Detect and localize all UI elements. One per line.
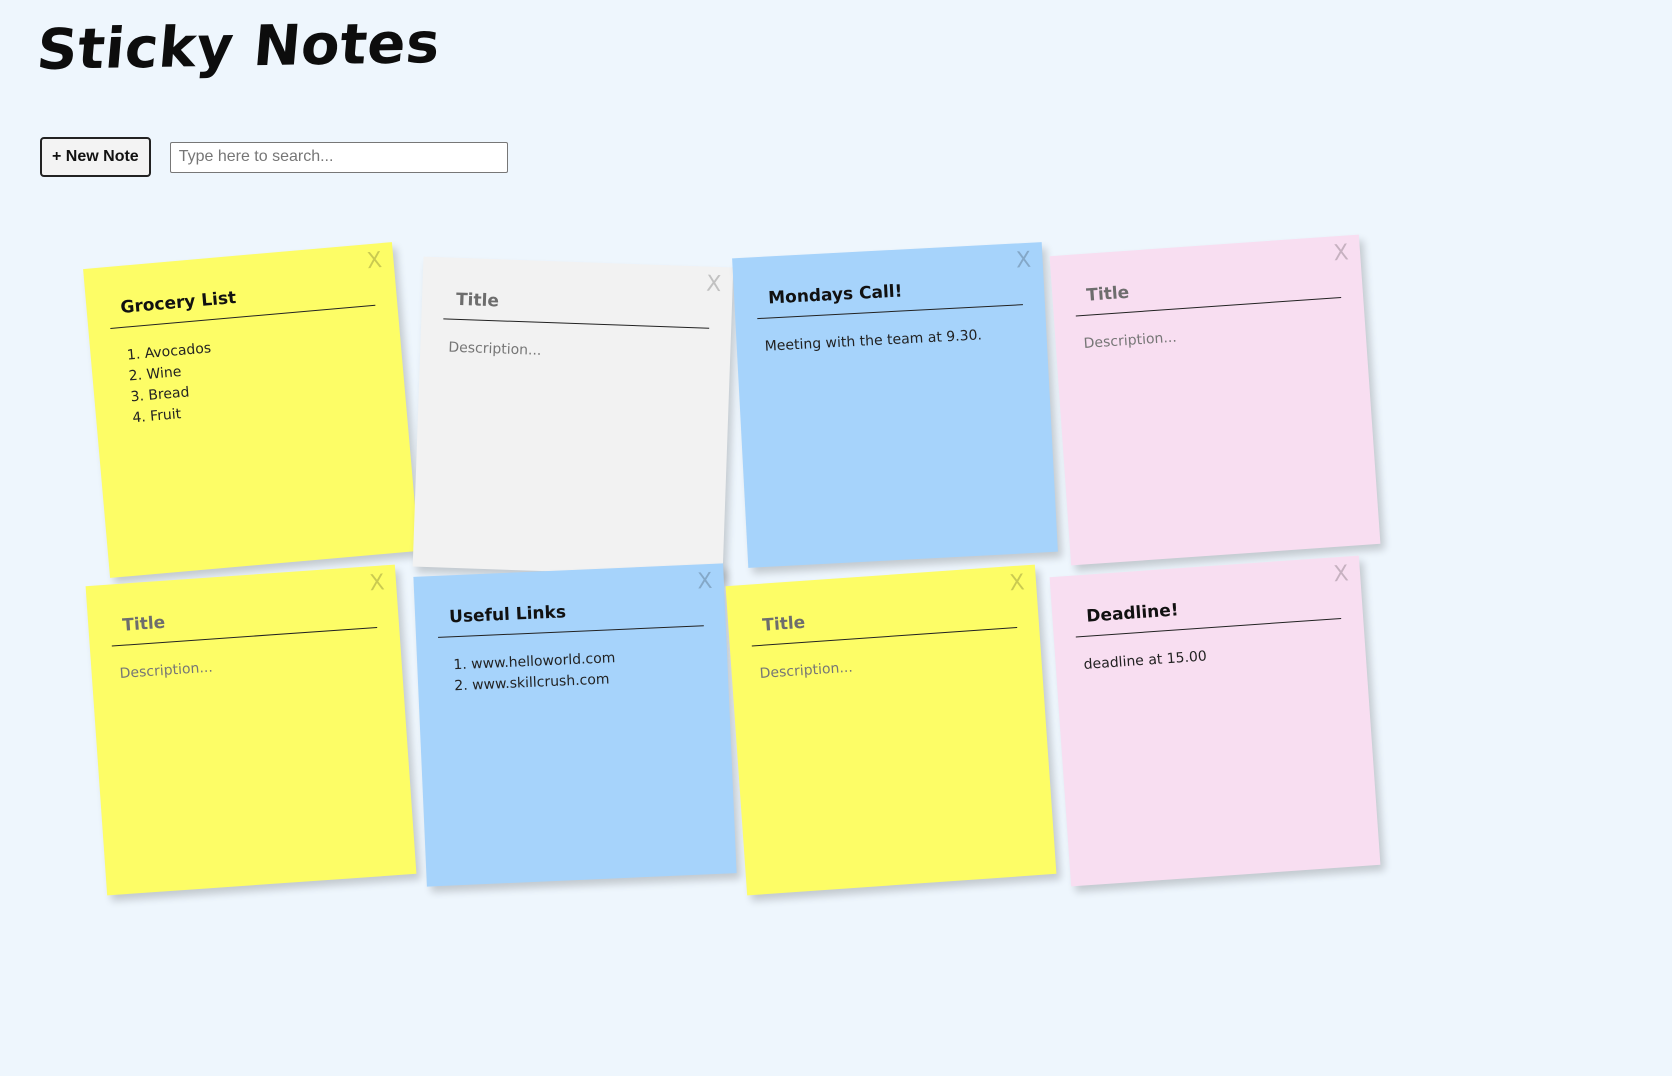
note-title[interactable]: Title — [443, 289, 711, 329]
note-title[interactable]: Useful Links — [436, 596, 704, 638]
notes-board: X Grocery List Avocados Wine Bread Fruit… — [0, 0, 1672, 1076]
close-icon[interactable]: X — [1329, 561, 1353, 587]
note-title[interactable]: Deadline! — [1073, 589, 1342, 638]
note-description[interactable]: Description... — [119, 646, 387, 863]
close-icon[interactable]: X — [693, 569, 716, 595]
note-description[interactable]: Avocados Wine Bread Fruit — [118, 324, 389, 545]
sticky-note[interactable]: X Title Description... — [725, 564, 1057, 896]
sticky-note[interactable]: X Deadline! deadline at 15.00 — [1049, 555, 1381, 887]
note-description[interactable]: Description... — [759, 646, 1027, 863]
sticky-note[interactable]: X Grocery List Avocados Wine Bread Fruit — [83, 242, 419, 578]
close-icon[interactable]: X — [363, 248, 387, 275]
sticky-note[interactable]: X Mondays Call! Meeting with the team at… — [732, 242, 1058, 568]
close-icon[interactable]: X — [1005, 570, 1029, 596]
note-text: deadline at 15.00 — [1083, 648, 1208, 673]
note-title[interactable]: Title — [749, 598, 1018, 647]
note-title[interactable]: Title — [1073, 268, 1342, 317]
note-list: www.helloworld.com www.skillcrush.com — [445, 644, 702, 697]
sticky-note[interactable]: X Title Description... — [412, 256, 734, 578]
note-title[interactable]: Mondays Call! — [755, 275, 1023, 320]
note-list: Avocados Wine Bread Fruit — [118, 324, 379, 430]
close-icon[interactable]: X — [365, 570, 389, 596]
close-icon[interactable]: X — [702, 272, 725, 298]
close-icon[interactable]: X — [1012, 248, 1035, 274]
note-description[interactable]: www.helloworld.com www.skillcrush.com — [445, 644, 708, 855]
sticky-note[interactable]: X Title Description... — [1049, 234, 1381, 566]
close-icon[interactable]: X — [1329, 240, 1353, 266]
note-description[interactable]: deadline at 15.00 — [1083, 637, 1351, 854]
sticky-note[interactable]: X Title Description... — [85, 564, 417, 896]
note-description[interactable]: Description... — [1083, 316, 1351, 533]
note-description[interactable]: Meeting with the team at 9.30. — [764, 323, 1029, 536]
note-description[interactable]: Description... — [442, 338, 704, 547]
note-text: Meeting with the team at 9.30. — [764, 327, 983, 355]
note-title[interactable]: Title — [109, 598, 378, 647]
note-title[interactable]: Grocery List — [107, 275, 376, 329]
sticky-note[interactable]: X Useful Links www.helloworld.com www.sk… — [413, 563, 737, 887]
